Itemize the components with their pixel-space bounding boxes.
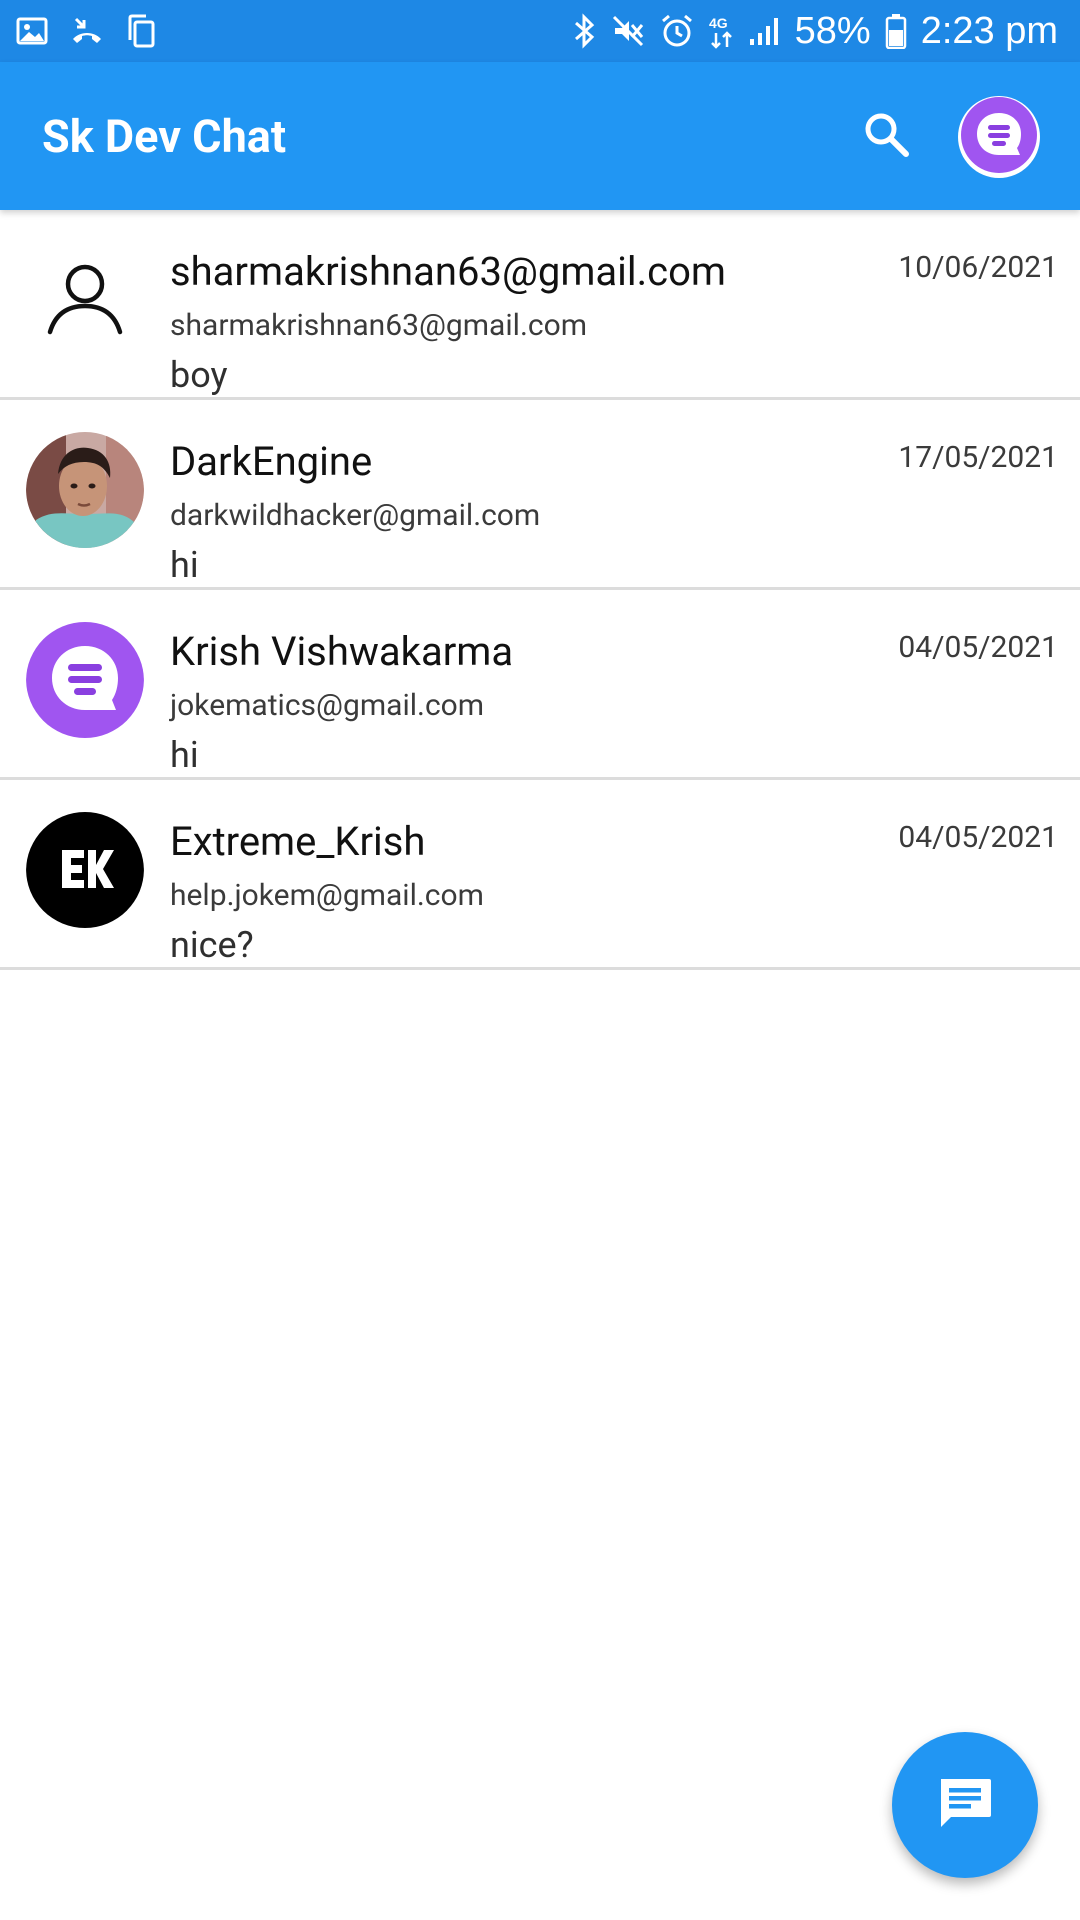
status-right-icons: 4G 58% 2:23 pm [573, 0, 1058, 62]
alarm-icon [659, 13, 695, 49]
svg-text:4G: 4G [709, 15, 728, 31]
chat-name: DarkEngine [170, 438, 373, 485]
search-button[interactable] [852, 102, 920, 170]
ek-logo-icon [26, 812, 144, 930]
network-4g-icon: 4G [709, 13, 735, 49]
chat-name: Extreme_Krish [170, 818, 426, 865]
chat-email: darkwildhacker@gmail.com [170, 498, 541, 533]
avatar [26, 242, 144, 360]
default-user-icon [40, 254, 130, 348]
chat-name: Krish Vishwakarma [170, 628, 514, 675]
avatar [26, 622, 144, 740]
status-left-icons [16, 0, 156, 62]
app-bar: Sk Dev Chat [0, 62, 1080, 210]
avatar [26, 432, 144, 550]
chat-date: 17/05/2021 [898, 440, 1058, 475]
chat-date: 10/06/2021 [898, 250, 1058, 285]
chat-last-message: nice? [170, 924, 254, 966]
chat-row[interactable]: Extreme_Krish help.jokem@gmail.com nice?… [0, 780, 1080, 970]
chat-list: sharmakrishnan63@gmail.com sharmakrishna… [0, 210, 1080, 970]
chat-bubble-icon [26, 622, 144, 740]
battery-percentage: 58% [794, 9, 871, 52]
chat-bubble-icon [960, 96, 1038, 178]
battery-icon [885, 13, 907, 49]
chat-name: sharmakrishnan63@gmail.com [170, 248, 726, 295]
chat-date: 04/05/2021 [898, 630, 1058, 665]
missed-call-icon [70, 15, 104, 47]
status-bar: 4G 58% 2:23 pm [0, 0, 1080, 62]
avatar [26, 812, 144, 930]
new-chat-button[interactable] [892, 1732, 1038, 1878]
chat-last-message: hi [170, 734, 199, 776]
chat-row[interactable]: Krish Vishwakarma jokematics@gmail.com h… [0, 590, 1080, 780]
app-title: Sk Dev Chat [42, 109, 287, 163]
search-icon [861, 109, 911, 163]
status-time: 2:23 pm [920, 9, 1058, 52]
copy-icon [126, 14, 156, 48]
profile-button[interactable] [958, 96, 1040, 178]
chat-email: jokematics@gmail.com [170, 688, 485, 723]
mute-icon [611, 14, 645, 48]
chat-date: 04/05/2021 [898, 820, 1058, 855]
chat-email: sharmakrishnan63@gmail.com [170, 308, 587, 343]
image-icon [16, 15, 48, 47]
profile-photo [26, 432, 144, 550]
chat-email: help.jokem@gmail.com [170, 878, 484, 913]
chat-row[interactable]: sharmakrishnan63@gmail.com sharmakrishna… [0, 210, 1080, 400]
chat-last-message: boy [170, 354, 228, 396]
bluetooth-icon [573, 13, 597, 49]
chat-last-message: hi [170, 544, 199, 586]
signal-icon [749, 15, 781, 47]
chat-row[interactable]: DarkEngine darkwildhacker@gmail.com hi 1… [0, 400, 1080, 590]
message-icon [935, 1773, 995, 1837]
